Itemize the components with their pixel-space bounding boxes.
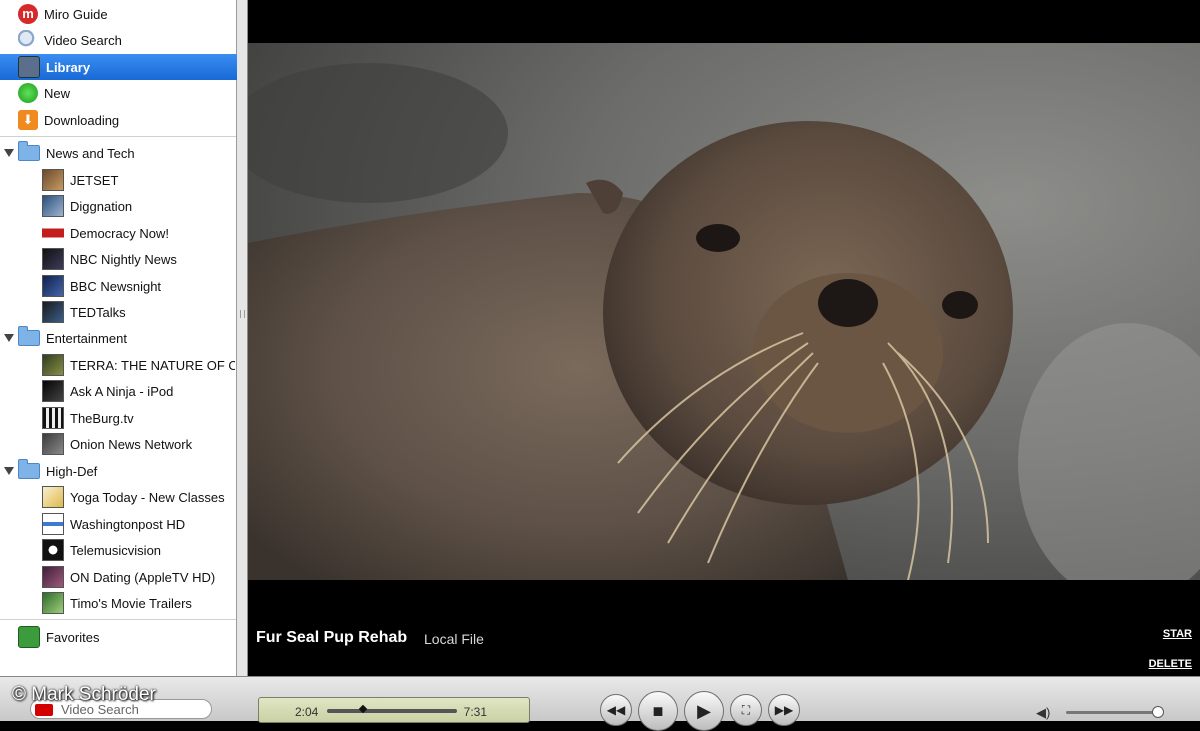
seal-video-image: [248, 43, 1200, 580]
video-frame[interactable]: [248, 43, 1200, 580]
sidebar-splitter[interactable]: [237, 0, 248, 676]
channel-thumbnail-icon: [42, 566, 64, 588]
volume-knob[interactable]: [1152, 706, 1165, 718]
channel-thumbnail-icon: [42, 539, 64, 561]
channel-label: Yoga Today - New Classes: [70, 489, 225, 505]
fast-forward-button[interactable]: ▶▶: [768, 694, 800, 726]
folder-icon: [18, 326, 40, 346]
channel-label: NBC Nightly News: [70, 251, 177, 267]
miro-logo-icon: m: [18, 4, 38, 24]
video-info-bar: Fur Seal Pup Rehab Local File STAR DELET…: [248, 580, 1200, 676]
channel-thumbnail-icon: [42, 248, 64, 270]
download-arrow-icon: ⬇: [18, 110, 38, 130]
progress-track[interactable]: [327, 704, 457, 714]
stop-icon: ■: [652, 700, 664, 721]
sidebar-item-label: Miro Guide: [44, 6, 108, 22]
channel-label: TheBurg.tv: [70, 410, 134, 426]
sidebar-item-label: Downloading: [44, 112, 120, 128]
fullscreen-icon: ⛶: [741, 702, 751, 717]
disclosure-triangle-icon[interactable]: [4, 149, 14, 157]
favorites-icon: [18, 626, 40, 648]
channel-label: Washingtonpost HD: [70, 516, 186, 532]
channel-label: TEDTalks: [70, 304, 126, 320]
sidebar-item-library[interactable]: Library: [0, 54, 254, 80]
channel-label: Democracy Now!: [70, 225, 169, 241]
channel-label: BBC Newsnight: [70, 278, 162, 294]
channel-thumbnail-icon: [42, 380, 64, 402]
channel-label: Ask A Ninja - iPod: [70, 383, 174, 399]
play-icon: ▶: [697, 700, 711, 721]
library-icon: [18, 56, 40, 78]
channel-thumbnail-icon: [42, 195, 64, 217]
folder-label: High-Def: [46, 463, 98, 479]
disclosure-triangle-icon[interactable]: [4, 334, 14, 342]
video-title: Fur Seal Pup Rehab: [256, 629, 408, 646]
play-button[interactable]: ▶: [684, 691, 724, 731]
sidebar-item-new[interactable]: New: [0, 80, 254, 106]
folder-high-def[interactable]: High-Def: [0, 458, 240, 484]
channel-label: Timo's Movie Trailers: [70, 595, 192, 611]
splitter-grip[interactable]: [240, 310, 245, 318]
channel-label: Diggnation: [70, 198, 133, 214]
channel-label: TERRA: THE NATURE OF O: [70, 357, 235, 373]
sidebar-item-favorites[interactable]: Favorites: [0, 624, 254, 650]
sidebar: m Miro Guide Video Search Library New ⬇ …: [0, 0, 254, 676]
copyright-watermark: © Mark Schröder: [12, 684, 156, 705]
channel-thumbnail-icon: [42, 486, 64, 508]
sidebar-item-video-search[interactable]: Video Search: [0, 27, 254, 53]
folder-news-and-tech[interactable]: News and Tech: [0, 140, 240, 166]
channel-thumbnail-icon: [42, 407, 64, 429]
green-dot-icon: [18, 83, 38, 103]
video-area: Fur Seal Pup Rehab Local File STAR DELET…: [248, 0, 1200, 676]
star-link[interactable]: STAR: [1163, 628, 1192, 640]
total-time: 7:31: [463, 705, 487, 719]
fullscreen-button[interactable]: ⛶: [730, 694, 762, 726]
bottom-toolbar: Video Search 2:04 7:31 ◀◀ ■ ▶ ⛶ ▶▶ ◀): [0, 676, 1200, 731]
channel-label: JETSET: [70, 172, 119, 188]
divider: [0, 619, 236, 620]
folder-label: News and Tech: [46, 145, 135, 161]
channel-thumbnail-icon: [42, 354, 64, 376]
fast-forward-icon: ▶▶: [774, 703, 794, 717]
progress-display: 2:04 7:31: [258, 697, 530, 723]
channel-label: Telemusicvision: [70, 542, 162, 558]
channel-thumbnail-icon: [42, 275, 64, 297]
progress-knob[interactable]: [359, 704, 368, 714]
rewind-button[interactable]: ◀◀: [600, 694, 632, 726]
channel-thumbnail-icon: [42, 433, 64, 455]
sidebar-item-label: New: [44, 85, 71, 101]
sidebar-item-label: Favorites: [46, 629, 100, 645]
disclosure-triangle-icon[interactable]: [4, 467, 14, 475]
delete-link[interactable]: DELETE: [1149, 658, 1192, 670]
stop-button[interactable]: ■: [638, 691, 678, 731]
volume-slider[interactable]: [1066, 706, 1165, 718]
folder-icon: [18, 459, 40, 479]
channel-thumbnail-icon: [42, 592, 64, 614]
channel-thumbnail-icon: [42, 222, 64, 244]
channel-thumbnail-icon: [42, 169, 64, 191]
video-source: Local File: [424, 631, 484, 647]
sidebar-item-miro-guide[interactable]: m Miro Guide: [0, 1, 254, 27]
folder-entertainment[interactable]: Entertainment: [0, 325, 240, 351]
channel-label: Onion News Network: [70, 436, 193, 452]
folder-label: Entertainment: [46, 330, 127, 346]
channel-thumbnail-icon: [42, 513, 64, 535]
folder-icon: [18, 141, 40, 161]
elapsed-time: 2:04: [295, 705, 319, 719]
sidebar-item-label: Library: [46, 59, 91, 75]
magnifier-icon: [18, 30, 38, 50]
channel-label: ON Dating (AppleTV HD): [70, 569, 216, 585]
volume-icon: ◀): [1036, 705, 1051, 720]
divider: [0, 136, 236, 137]
channel-thumbnail-icon: [42, 301, 64, 323]
rewind-icon: ◀◀: [606, 703, 626, 717]
sidebar-item-label: Video Search: [44, 32, 122, 48]
sidebar-item-downloading[interactable]: ⬇ Downloading: [0, 107, 254, 133]
